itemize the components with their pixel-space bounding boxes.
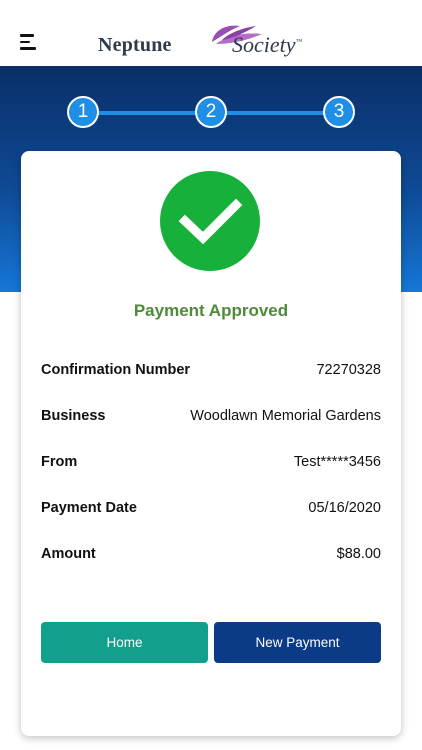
row-label: From [41, 454, 78, 470]
checkmark-icon [160, 171, 260, 271]
from-row: From Test*****3456 [41, 454, 381, 476]
row-label: Amount [41, 546, 96, 562]
payment-confirmation-screen: Neptune Society™ 1 2 3 Payment Approved … [0, 0, 422, 750]
business-row: Business Woodlawn Memorial Gardens [41, 408, 381, 430]
row-value: 05/16/2020 [308, 500, 381, 516]
row-value: 72270328 [316, 362, 381, 378]
amount-row: Amount $88.00 [41, 546, 381, 568]
step-3: 3 [323, 96, 355, 128]
logo-text-society: Society™ [232, 32, 303, 57]
confirmation-number-row: Confirmation Number 72270328 [41, 362, 381, 384]
row-label: Confirmation Number [41, 362, 191, 378]
confirmation-card: Payment Approved Confirmation Number 722… [21, 151, 401, 736]
step-2: 2 [195, 96, 227, 128]
logo-text-neptune: Neptune [98, 34, 172, 56]
row-value: Woodlawn Memorial Gardens [190, 408, 381, 424]
home-button[interactable]: Home [41, 622, 208, 663]
row-label: Payment Date [41, 500, 137, 516]
progress-stepper: 1 2 3 [0, 96, 422, 130]
payment-status: Payment Approved [133, 301, 289, 320]
row-value: $88.00 [336, 546, 381, 562]
neptune-society-logo: Neptune Society™ [96, 22, 328, 58]
row-label: Business [41, 408, 106, 424]
app-header: Neptune Society™ [0, 0, 422, 66]
payment-date-row: Payment Date 05/16/2020 [41, 500, 381, 522]
step-1: 1 [67, 96, 99, 128]
new-payment-button[interactable]: New Payment [214, 622, 381, 663]
row-value: Test*****3456 [293, 454, 381, 470]
hamburger-menu-icon[interactable] [20, 34, 38, 50]
